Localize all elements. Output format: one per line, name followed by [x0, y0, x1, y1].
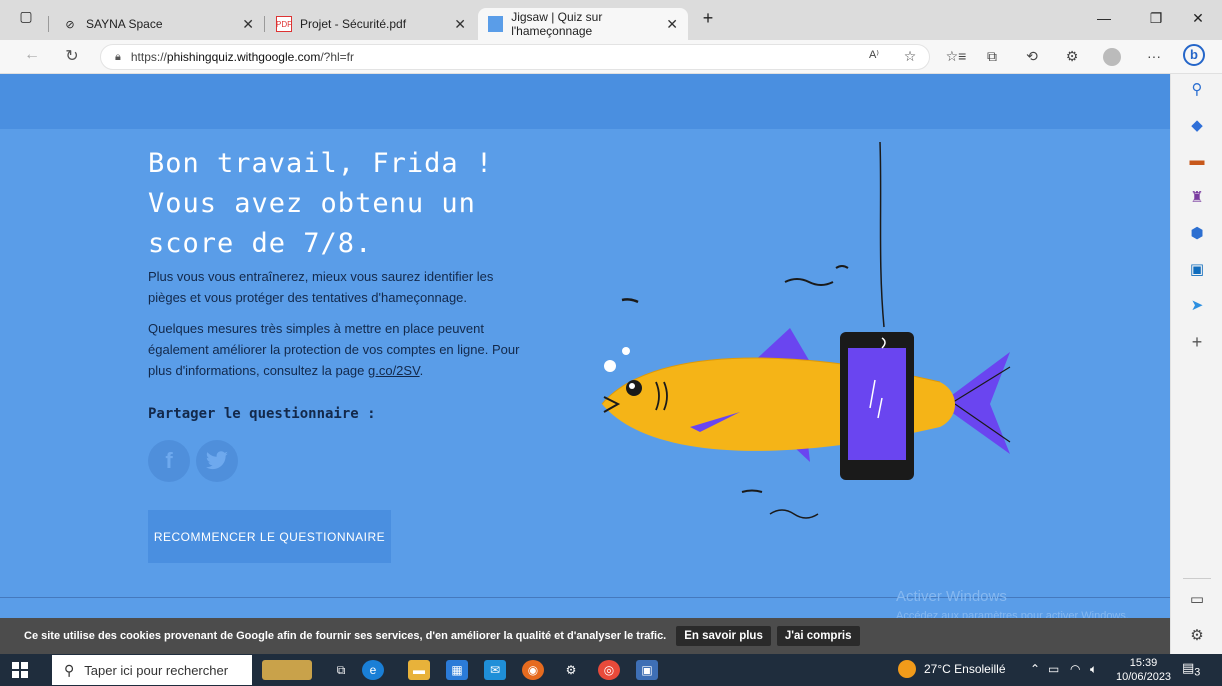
- close-icon[interactable]: ✕: [454, 16, 466, 33]
- twitter-icon[interactable]: [196, 440, 238, 482]
- tab-label: SAYNA Space: [86, 17, 163, 31]
- url-path: /?hl=fr: [320, 50, 355, 64]
- activation-watermark-title: Activer Windows: [896, 588, 1007, 605]
- tab-divider: [48, 16, 49, 32]
- edge-sidebar: ⚲ ◆ ▬ ♜ ⬢ ▣ ➤ + ▭ ⚙: [1170, 74, 1222, 654]
- games-icon[interactable]: ♜: [1185, 188, 1209, 206]
- outlook-icon[interactable]: ▣: [1185, 260, 1209, 278]
- wifi-icon[interactable]: ◠: [1070, 662, 1080, 676]
- task-view-icon[interactable]: ⧉: [330, 660, 352, 680]
- lock-icon: 🔒︎: [115, 50, 121, 63]
- add-icon[interactable]: +: [1185, 332, 1209, 353]
- shopping-tag-icon[interactable]: ◆: [1185, 116, 1209, 134]
- tab-divider: [264, 16, 265, 32]
- refresh-icon[interactable]: ↻: [60, 46, 84, 66]
- clock-date: 10/06/2023: [1116, 671, 1172, 683]
- weather-text[interactable]: 27°C Ensoleillé: [924, 662, 1006, 676]
- minimize-icon[interactable]: —: [1084, 10, 1124, 26]
- windows-start-icon[interactable]: [12, 662, 28, 678]
- history-icon[interactable]: ⟲: [1020, 48, 1044, 65]
- read-aloud-icon[interactable]: A⁾: [862, 48, 886, 61]
- weather-sun-icon[interactable]: [898, 660, 916, 681]
- tab-actions-icon[interactable]: ▢: [6, 8, 46, 25]
- file-explorer-icon[interactable]: ▬: [408, 660, 430, 680]
- facebook-icon[interactable]: f: [148, 440, 190, 482]
- windows-taskbar: ⚲ Taper ici pour rechercher ⧉ e ▬ ▦ ✉ ◉ …: [0, 654, 1222, 686]
- period: .: [419, 363, 424, 378]
- close-window-icon[interactable]: ✕: [1178, 10, 1218, 27]
- favorites-icon[interactable]: ☆≡: [944, 48, 968, 65]
- search-highlight-icon[interactable]: [262, 660, 312, 680]
- restart-quiz-button[interactable]: RECOMMENCER LE QUESTIONNAIRE: [148, 510, 391, 563]
- edge-browser-icon[interactable]: e: [362, 660, 384, 680]
- tab-pdf[interactable]: PDF Projet - Sécurité.pdf ✕: [266, 8, 476, 40]
- facebook-glyph: f: [165, 448, 173, 473]
- notification-count: 3: [1194, 666, 1201, 679]
- paint-icon[interactable]: ▣: [636, 660, 658, 680]
- settings-icon[interactable]: ⚙: [560, 660, 582, 680]
- system-clock[interactable]: 15:39 10/06/2023: [1116, 656, 1171, 684]
- protection-text: Quelques mesures très simples à mettre e…: [148, 321, 520, 378]
- more-icon[interactable]: ···: [1142, 48, 1166, 64]
- clock-time: 15:39: [1129, 657, 1158, 669]
- address-bar[interactable]: 🔒︎ https://phishingquiz.withgoogle.com/?…: [100, 44, 930, 70]
- back-icon[interactable]: ←: [20, 46, 44, 64]
- new-tab-icon[interactable]: +: [688, 8, 728, 29]
- favorite-star-icon[interactable]: ☆: [898, 48, 922, 65]
- store-icon[interactable]: ▦: [446, 660, 468, 680]
- restore-icon[interactable]: ❐: [1136, 10, 1176, 27]
- battery-icon[interactable]: ▭: [1048, 662, 1059, 676]
- profile-avatar-icon[interactable]: [1100, 48, 1124, 69]
- tab-sayna[interactable]: ⊘ SAYNA Space ✕: [52, 8, 264, 40]
- collections-icon[interactable]: ⧉: [980, 48, 1004, 65]
- accept-cookies-button[interactable]: J'ai compris: [776, 626, 860, 646]
- quiz-result-page: Bon travail, Frida ! Vous avez obtenu un…: [0, 74, 1170, 654]
- extensions-icon[interactable]: ⚙: [1060, 48, 1084, 65]
- twitter-bird-glyph: [205, 451, 228, 470]
- jigsaw-icon: [488, 16, 504, 32]
- mail-icon[interactable]: ✉: [484, 660, 506, 680]
- sayna-icon: ⊘: [65, 18, 75, 31]
- url-host: phishingquiz.withgoogle.com: [166, 50, 321, 64]
- cookie-banner: Ce site utilise des cookies provenant de…: [0, 618, 1170, 654]
- tab-jigsaw[interactable]: Jigsaw | Quiz sur l'hameçonnage ✕: [478, 8, 688, 40]
- cookie-text: Ce site utilise des cookies provenant de…: [24, 630, 667, 642]
- address-toolbar: ← ↻ 🔒︎ https://phishingquiz.withgoogle.c…: [0, 40, 1222, 74]
- search-icon[interactable]: ⚲: [1185, 80, 1209, 98]
- protection-paragraph: Quelques mesures très simples à mettre e…: [148, 318, 528, 381]
- search-placeholder: Taper ici pour rechercher: [84, 662, 229, 678]
- send-icon[interactable]: ➤: [1185, 296, 1209, 314]
- settings-gear-icon[interactable]: ⚙: [1185, 626, 1209, 644]
- share-title: Partager le questionnaire :: [148, 406, 376, 422]
- two-step-link[interactable]: g.co/2SV: [368, 363, 420, 378]
- tab-label: Jigsaw | Quiz sur l'hameçonnage: [511, 10, 603, 38]
- sidebar-divider: [1183, 578, 1211, 579]
- chrome-icon[interactable]: ◎: [598, 660, 620, 680]
- search-icon: ⚲: [64, 661, 75, 678]
- bing-icon[interactable]: b: [1182, 44, 1206, 66]
- phishing-fish-illustration: [601, 142, 1011, 519]
- notifications-icon[interactable]: ▤3: [1182, 660, 1200, 679]
- tab-label: Projet - Sécurité.pdf: [300, 17, 407, 31]
- taskbar-search[interactable]: ⚲ Taper ici pour rechercher: [52, 655, 252, 685]
- tab-strip: ▢ ⊘ SAYNA Space ✕ PDF Projet - Sécurité.…: [0, 0, 1222, 40]
- page-header: [0, 74, 1170, 129]
- tray-chevron-icon[interactable]: ⌃: [1030, 662, 1040, 676]
- pdf-icon: PDF: [276, 16, 292, 32]
- firefox-icon[interactable]: ◉: [522, 660, 544, 680]
- learn-more-button[interactable]: En savoir plus: [676, 626, 771, 646]
- volume-icon[interactable]: 🔈︎: [1090, 662, 1097, 677]
- close-icon[interactable]: ✕: [242, 16, 254, 33]
- close-icon[interactable]: ✕: [666, 16, 678, 33]
- result-headline: Bon travail, Frida ! Vous avez obtenu un…: [148, 148, 494, 259]
- practice-paragraph: Plus vous vous entraînerez, mieux vous s…: [148, 269, 494, 305]
- panel-toggle-icon[interactable]: ▭: [1185, 590, 1209, 608]
- tools-briefcase-icon[interactable]: ▬: [1185, 152, 1209, 169]
- url-prefix: https://: [130, 50, 167, 64]
- microsoft365-icon[interactable]: ⬢: [1185, 224, 1209, 242]
